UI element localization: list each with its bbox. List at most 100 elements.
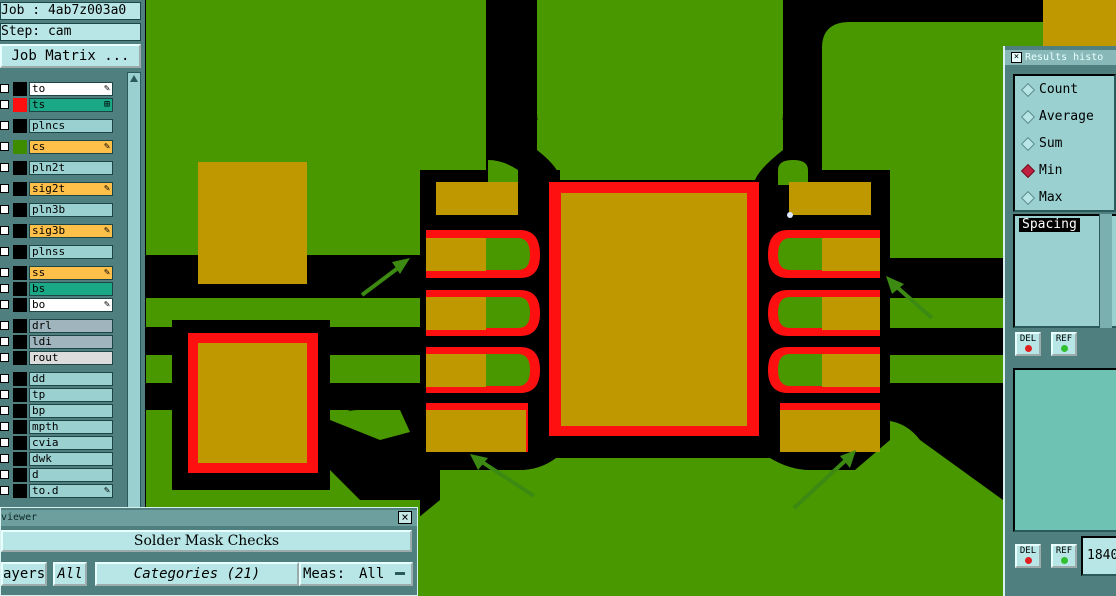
layer-name[interactable]: plnss <box>29 245 113 259</box>
layer-checkbox[interactable] <box>0 226 9 235</box>
layer-row[interactable]: pln2t <box>0 161 113 175</box>
layer-row[interactable]: to ✎ <box>0 82 113 96</box>
layer-checkbox[interactable] <box>0 470 9 479</box>
ref-button-2[interactable]: REF <box>1051 544 1077 568</box>
layer-color-swatch[interactable] <box>13 404 27 418</box>
layer-name[interactable]: dd <box>29 372 113 386</box>
layer-color-swatch[interactable] <box>13 140 27 154</box>
layer-color-swatch[interactable] <box>13 388 27 402</box>
layer-checkbox[interactable] <box>0 84 9 93</box>
close-icon[interactable]: × <box>398 511 412 524</box>
radio-diamond-icon[interactable] <box>1020 109 1036 125</box>
layer-color-swatch[interactable] <box>13 98 27 112</box>
layer-color-swatch[interactable] <box>13 335 27 349</box>
layer-name[interactable]: cs ✎ <box>29 140 113 154</box>
layer-row[interactable]: bs <box>0 282 113 296</box>
close-icon[interactable]: × <box>1011 52 1022 63</box>
layer-row[interactable]: d <box>0 468 113 482</box>
layer-color-swatch[interactable] <box>13 224 27 238</box>
layer-color-swatch[interactable] <box>13 372 27 386</box>
categories-button[interactable]: Categories (21) <box>95 562 299 586</box>
layer-name[interactable]: to ✎ <box>29 82 113 96</box>
layer-row[interactable]: plncs <box>0 119 113 133</box>
layer-row[interactable]: cvia <box>0 436 113 450</box>
layer-name[interactable]: ts ⊞ <box>29 98 113 112</box>
layer-row[interactable]: mpth <box>0 420 113 434</box>
layer-checkbox[interactable] <box>0 284 9 293</box>
layer-checkbox[interactable] <box>0 268 9 277</box>
layer-row[interactable]: dd <box>0 372 113 386</box>
layer-checkbox[interactable] <box>0 390 9 399</box>
layer-checkbox[interactable] <box>0 205 9 214</box>
layer-name[interactable]: pln3b <box>29 203 113 217</box>
layer-color-swatch[interactable] <box>13 484 27 498</box>
layer-name[interactable]: to.d ✎ <box>29 484 113 498</box>
layer-row[interactable]: tp <box>0 388 113 402</box>
layer-row[interactable]: plnss <box>0 245 113 259</box>
layer-list-scrollbar[interactable] <box>127 72 141 508</box>
layer-name[interactable]: ss ✎ <box>29 266 113 280</box>
layer-color-swatch[interactable] <box>13 266 27 280</box>
layer-row[interactable]: ss ✎ <box>0 266 113 280</box>
layer-color-swatch[interactable] <box>13 436 27 450</box>
layer-name[interactable]: bo ✎ <box>29 298 113 312</box>
layer-name[interactable]: d <box>29 468 113 482</box>
layer-row[interactable]: to.d ✎ <box>0 484 113 498</box>
layer-name[interactable]: dwk <box>29 452 113 466</box>
layer-color-swatch[interactable] <box>13 351 27 365</box>
layer-name[interactable]: cvia <box>29 436 113 450</box>
radio-diamond-icon[interactable] <box>1020 136 1036 152</box>
layer-checkbox[interactable] <box>0 422 9 431</box>
layer-color-swatch[interactable] <box>13 203 27 217</box>
layer-name[interactable]: rout <box>29 351 113 365</box>
layer-color-swatch[interactable] <box>13 420 27 434</box>
all-layers-button[interactable]: All <box>53 562 87 586</box>
layer-color-swatch[interactable] <box>13 182 27 196</box>
layer-checkbox[interactable] <box>0 353 9 362</box>
radio-diamond-icon[interactable] <box>1020 163 1036 179</box>
layer-color-swatch[interactable] <box>13 468 27 482</box>
layer-checkbox[interactable] <box>0 142 9 151</box>
layer-row[interactable]: bo ✎ <box>0 298 113 312</box>
layer-row[interactable]: dwk <box>0 452 113 466</box>
layer-color-swatch[interactable] <box>13 282 27 296</box>
layer-checkbox[interactable] <box>0 100 9 109</box>
layer-checkbox[interactable] <box>0 247 9 256</box>
layer-name[interactable]: ldi <box>29 335 113 349</box>
layer-name[interactable]: mpth <box>29 420 113 434</box>
layer-color-swatch[interactable] <box>13 319 27 333</box>
layer-checkbox[interactable] <box>0 454 9 463</box>
layer-color-swatch[interactable] <box>13 245 27 259</box>
del-button[interactable]: DEL <box>1015 332 1041 356</box>
layer-row[interactable]: ts ⊞ <box>0 98 113 112</box>
layer-name[interactable]: pln2t <box>29 161 113 175</box>
measure-item-spacing[interactable]: Spacing <box>1019 218 1080 232</box>
layer-checkbox[interactable] <box>0 486 9 495</box>
layer-name[interactable]: sig2t ✎ <box>29 182 113 196</box>
measure-list-scrollbar[interactable] <box>1099 214 1112 328</box>
layer-row[interactable]: drl <box>0 319 113 333</box>
scroll-up-arrow-icon[interactable] <box>130 75 138 82</box>
meas-selector[interactable]: Meas: All <box>299 562 413 586</box>
layer-color-swatch[interactable] <box>13 161 27 175</box>
layer-checkbox[interactable] <box>0 300 9 309</box>
layer-color-swatch[interactable] <box>13 119 27 133</box>
layer-checkbox[interactable] <box>0 337 9 346</box>
layer-name[interactable]: bp <box>29 404 113 418</box>
layer-row[interactable]: pln3b <box>0 203 113 217</box>
layer-row[interactable]: sig3b ✎ <box>0 224 113 238</box>
layer-checkbox[interactable] <box>0 321 9 330</box>
layer-name[interactable]: plncs <box>29 119 113 133</box>
layer-row[interactable]: bp <box>0 404 113 418</box>
layer-checkbox[interactable] <box>0 184 9 193</box>
layer-name[interactable]: sig3b ✎ <box>29 224 113 238</box>
layer-color-swatch[interactable] <box>13 298 27 312</box>
layer-row[interactable]: sig2t ✎ <box>0 182 113 196</box>
layer-row[interactable]: ldi <box>0 335 113 349</box>
layer-checkbox[interactable] <box>0 374 9 383</box>
ref-button[interactable]: REF <box>1051 332 1077 356</box>
layer-row[interactable]: rout <box>0 351 113 365</box>
radio-diamond-icon[interactable] <box>1020 82 1036 98</box>
layer-name[interactable]: bs <box>29 282 113 296</box>
layer-checkbox[interactable] <box>0 163 9 172</box>
